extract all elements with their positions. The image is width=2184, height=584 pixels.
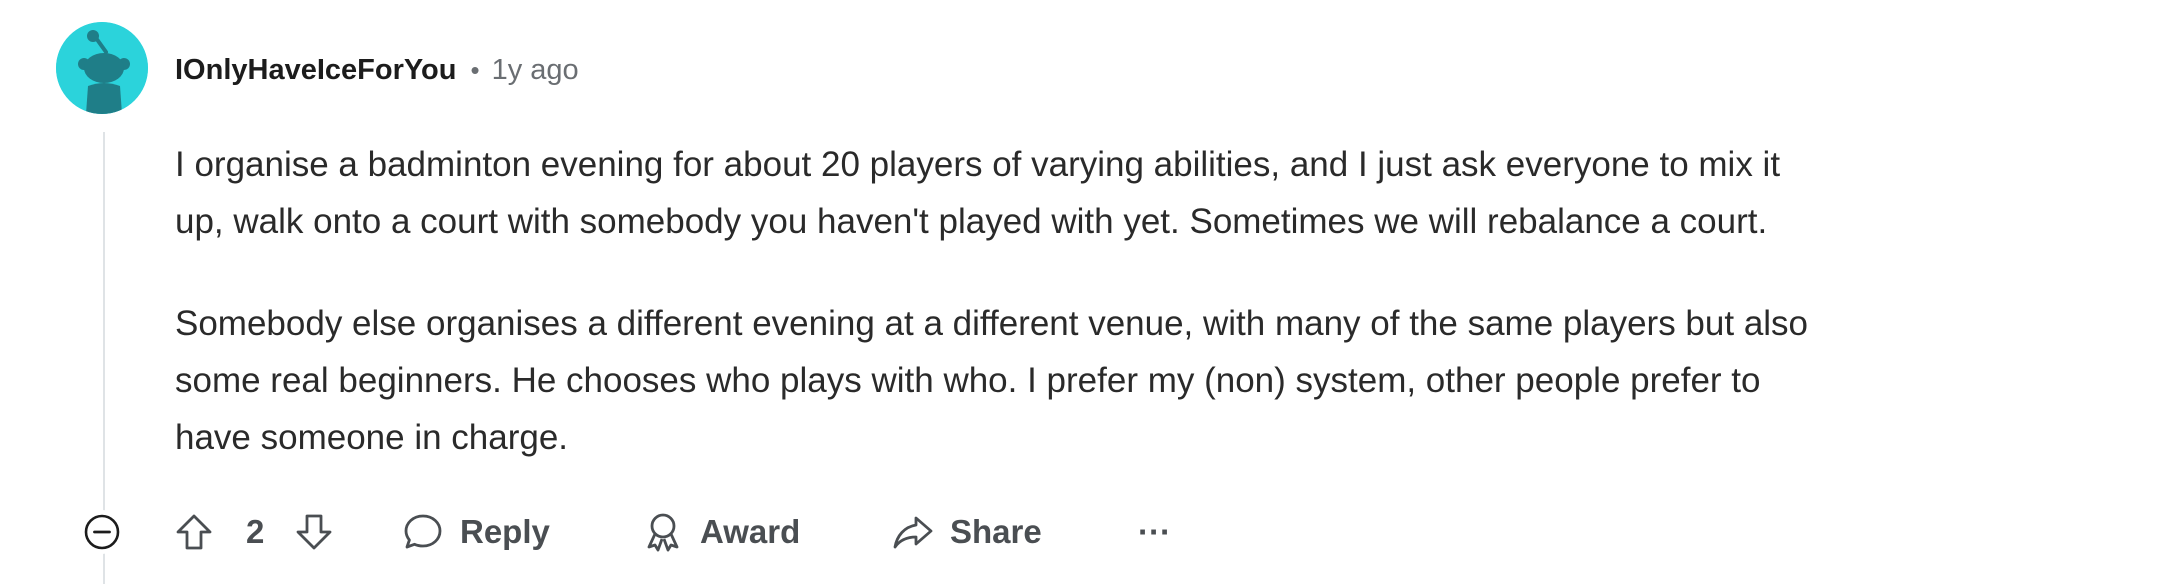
comment-actions: 2 Reply Award Share ··· <box>0 500 2184 560</box>
collapse-button[interactable] <box>80 510 124 554</box>
award-button[interactable]: Award <box>640 508 800 556</box>
share-button[interactable]: Share <box>890 508 1042 556</box>
share-label: Share <box>950 513 1042 550</box>
vote-score: 2 <box>246 508 264 556</box>
comment-paragraph: Somebody else organises a different even… <box>175 304 1809 457</box>
share-arrow-icon <box>890 509 936 555</box>
more-options-label: ··· <box>1138 513 1171 550</box>
award-ribbon-icon <box>640 509 686 555</box>
avatar[interactable] <box>56 22 148 114</box>
reply-label: Reply <box>460 513 550 550</box>
comment-paragraph: I organise a badminton evening for about… <box>175 145 1781 241</box>
username-link[interactable]: IOnlyHaveIceForYou <box>175 54 457 87</box>
snoo-avatar-icon <box>56 22 148 114</box>
downvote-button[interactable] <box>292 508 336 556</box>
speech-bubble-icon <box>400 509 446 555</box>
award-label: Award <box>700 513 801 550</box>
downvote-arrow-icon <box>292 510 336 554</box>
comment-body: I organise a badminton evening for about… <box>175 136 2165 511</box>
vote-score-value: 2 <box>246 513 265 550</box>
comment: IOnlyHaveIceForYou • 1y ago I organise a… <box>0 0 2184 584</box>
comment-meta: IOnlyHaveIceForYou • 1y ago <box>175 48 579 92</box>
meta-separator: • <box>470 54 480 85</box>
reply-button[interactable]: Reply <box>400 508 550 556</box>
more-options-button[interactable]: ··· <box>1138 508 1171 556</box>
collapse-minus-icon <box>82 512 122 552</box>
timestamp[interactable]: 1y ago <box>492 54 579 87</box>
upvote-button[interactable] <box>172 508 216 556</box>
upvote-arrow-icon <box>172 510 216 554</box>
